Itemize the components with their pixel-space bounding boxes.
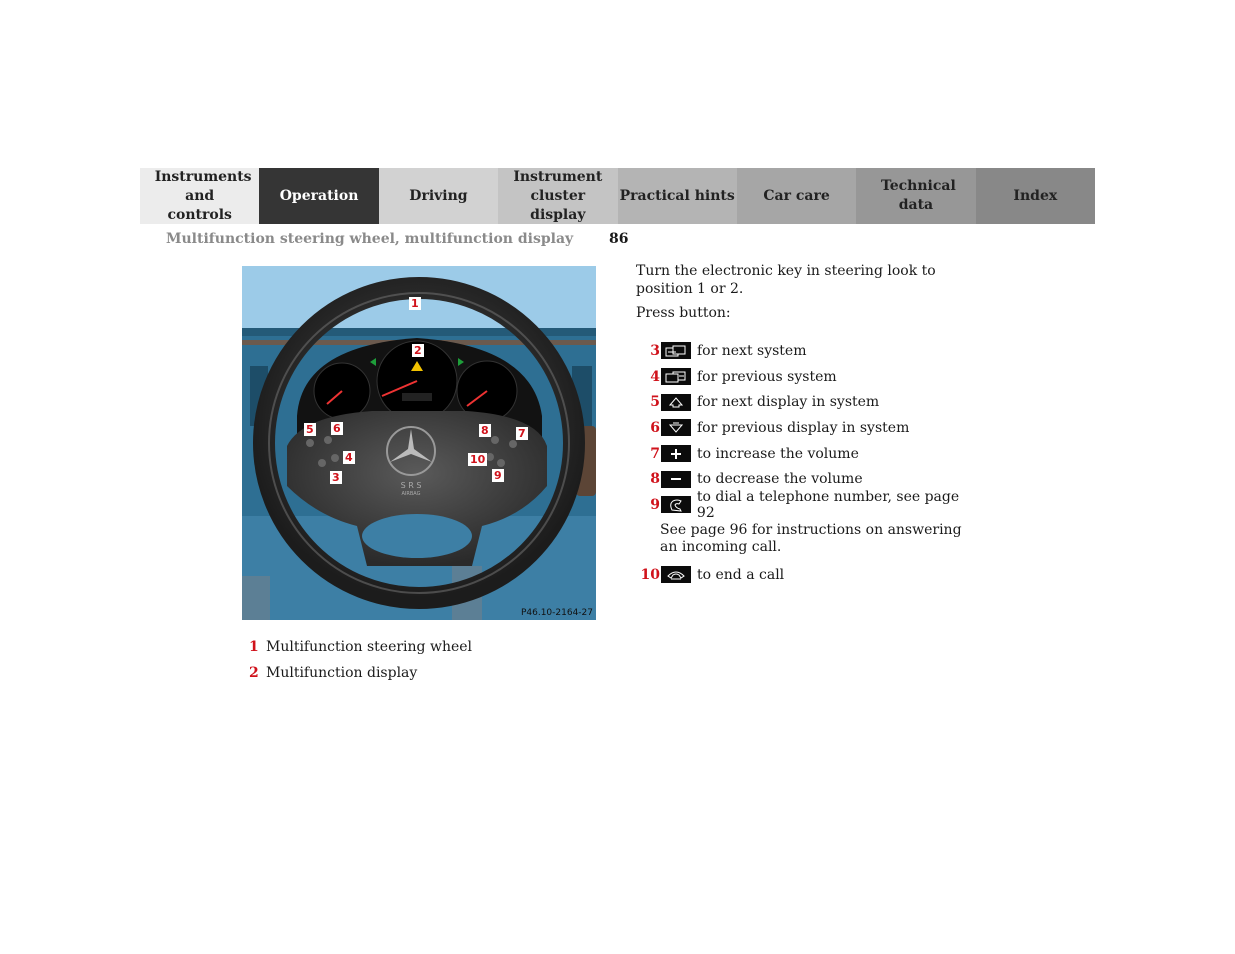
callout-2: 2 [412, 344, 424, 357]
svg-text:S R S: S R S [401, 481, 422, 490]
up-arrow-icon [661, 393, 691, 411]
section-title: Multifunction steering wheel, multifunct… [166, 231, 574, 247]
steering-wheel-drawing: S R S AIRBAG [242, 266, 596, 620]
figure-legend: 1 Multifunction steering wheel 2 Multifu… [249, 634, 472, 686]
down-arrow-icon [661, 419, 691, 437]
multifunction-display [402, 393, 432, 401]
phone-dial-icon [660, 496, 691, 514]
plus-icon [661, 445, 691, 463]
callout-10: 10 [468, 453, 488, 466]
chapter-nav: Instruments and controls Operation Drivi… [140, 168, 1095, 224]
previous-system-icon [661, 368, 691, 386]
tab-car-care[interactable]: Car care [736, 168, 857, 224]
callout-5: 5 [304, 423, 316, 436]
legend-item: 1 Multifunction steering wheel [249, 639, 473, 655]
callout-4: 4 [343, 451, 355, 464]
tab-instrument-cluster-display[interactable]: Instrument cluster display [498, 168, 618, 224]
callout-8: 8 [479, 424, 491, 437]
incoming-call-note: See page 96 for instructions on answerin… [660, 521, 962, 555]
callout-7: 7 [516, 427, 528, 440]
list-item: 9 to dial a telephone number, see page 9… [650, 488, 960, 521]
instructions-text: Turn the electronic key in steering look… [636, 262, 981, 322]
press-button-text: Press button: [636, 305, 731, 321]
list-item: 3 for next system [650, 342, 807, 360]
callout-9: 9 [492, 469, 504, 482]
tab-operation[interactable]: Operation [259, 168, 379, 224]
list-item: 6 for previous display in system [650, 419, 910, 437]
list-item: 10 to end a call [640, 566, 785, 584]
list-item: 4 for previous system [650, 368, 837, 386]
tab-driving[interactable]: Driving [378, 168, 499, 224]
button-list: 3 for next system 4 for previous system … [636, 338, 981, 588]
page-number: 86 [609, 231, 629, 247]
intro-text: Turn the electronic key in steering look… [636, 263, 936, 297]
legend-item: 2 Multifunction display [249, 665, 418, 681]
tab-instruments-and-controls[interactable]: Instruments and controls [140, 168, 260, 224]
tab-index[interactable]: Index [975, 168, 1095, 224]
svg-text:AIRBAG: AIRBAG [401, 491, 420, 497]
minus-icon [661, 470, 691, 488]
list-item: 7 to increase the volume [650, 445, 859, 463]
phone-end-icon [661, 566, 691, 584]
steering-wheel-illustration: S R S AIRBAG 1 2 3 4 5 6 7 8 9 10 P46.10… [242, 266, 596, 620]
callout-3: 3 [330, 471, 342, 484]
callout-6: 6 [331, 422, 343, 435]
next-system-icon [661, 342, 691, 360]
tab-technical-data[interactable]: Technical data [856, 168, 976, 224]
list-item: 5 for next display in system [650, 393, 880, 411]
callout-1: 1 [409, 297, 421, 310]
figure-code: P46.10-2164-27 [520, 608, 593, 618]
tab-practical-hints[interactable]: Practical hints [617, 168, 737, 224]
